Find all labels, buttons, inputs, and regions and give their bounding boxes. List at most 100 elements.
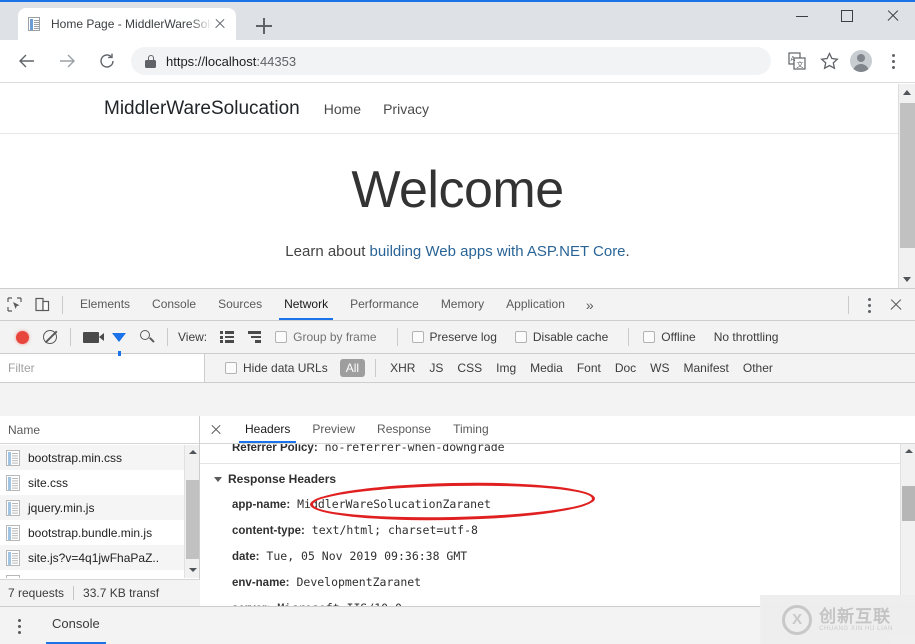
window-close-button[interactable] xyxy=(870,0,915,32)
details-close-icon[interactable] xyxy=(206,420,226,440)
device-toolbar-icon[interactable] xyxy=(28,291,56,319)
response-headers-section-title[interactable]: Response Headers xyxy=(210,466,900,492)
site-brand[interactable]: MiddlerWareSolucation xyxy=(104,98,300,120)
filter-type-js[interactable]: JS xyxy=(423,359,449,377)
scrollbar-thumb[interactable] xyxy=(902,486,915,521)
table-row[interactable]: bootstrap.bundle.min.js xyxy=(0,520,199,545)
scroll-up-icon[interactable] xyxy=(185,445,200,460)
table-row[interactable]: site.js?v=4q1jwFhaPaZ.. xyxy=(0,545,199,570)
new-tab-button[interactable] xyxy=(250,12,278,40)
back-arrow-icon[interactable] xyxy=(9,43,45,79)
record-stop-icon[interactable] xyxy=(8,323,36,351)
page-scrollbar[interactable] xyxy=(898,84,915,288)
devtools-tab-performance[interactable]: Performance xyxy=(339,289,430,320)
browser-menu-icon[interactable] xyxy=(877,45,909,77)
filter-input[interactable] xyxy=(0,354,205,382)
offline-checkbox[interactable]: Offline xyxy=(643,330,696,344)
drawer-menu-icon[interactable] xyxy=(10,617,28,635)
table-row[interactable]: bootstrap.min.css xyxy=(0,445,199,470)
filter-type-xhr[interactable]: XHR xyxy=(384,359,421,377)
details-tab-preview[interactable]: Preview xyxy=(301,416,366,443)
devtools-tab-elements[interactable]: Elements xyxy=(69,289,141,320)
header-row-env-name: env-name: DevelopmentZaranet xyxy=(210,570,900,596)
devtools-tab-console[interactable]: Console xyxy=(141,289,207,320)
request-list[interactable]: bootstrap.min.css site.css jquery.min.js… xyxy=(0,445,199,578)
divider xyxy=(73,586,75,600)
camera-icon[interactable] xyxy=(77,323,105,351)
checkbox[interactable] xyxy=(411,331,424,343)
devtools-tab-network[interactable]: Network xyxy=(273,289,339,320)
scrollbar-thumb[interactable] xyxy=(900,103,915,248)
search-icon[interactable] xyxy=(133,323,161,351)
scroll-down-icon[interactable] xyxy=(185,563,200,578)
drawer-tab-console[interactable]: Console xyxy=(42,607,110,644)
tab-favicon-icon xyxy=(26,16,42,32)
scrollbar-thumb[interactable] xyxy=(186,480,199,559)
header-name: content-type: xyxy=(232,525,305,537)
maximize-button[interactable] xyxy=(825,0,870,32)
throttling-select[interactable]: No throttling xyxy=(714,330,779,344)
lock-icon xyxy=(145,54,156,68)
details-scrollbar[interactable] xyxy=(900,444,915,606)
devtools-settings-icon[interactable] xyxy=(855,291,883,319)
minimize-button[interactable] xyxy=(780,0,825,32)
request-name: site.js?v=4q1jwFhaPaZ.. xyxy=(28,550,160,565)
filter-type-media[interactable]: Media xyxy=(524,359,569,377)
preserve-log-checkbox[interactable]: Preserve log xyxy=(411,330,497,344)
star-icon[interactable] xyxy=(813,45,845,77)
omnibox-actions: A文 xyxy=(781,45,915,77)
nav-link-privacy[interactable]: Privacy xyxy=(383,101,429,117)
table-row[interactable]: jquery.min.js xyxy=(0,495,199,520)
devtools-tab-application[interactable]: Application xyxy=(495,289,576,320)
avatar[interactable] xyxy=(845,45,877,77)
forward-arrow-icon[interactable] xyxy=(49,43,85,79)
devtools-overflow-icon[interactable]: » xyxy=(576,297,604,313)
lead-link[interactable]: building Web apps with ASP.NET Core xyxy=(370,243,626,260)
reload-icon[interactable] xyxy=(89,43,125,79)
filter-type-font[interactable]: Font xyxy=(571,359,607,377)
filter-type-css[interactable]: CSS xyxy=(451,359,488,377)
scroll-up-icon[interactable] xyxy=(899,84,915,101)
request-list-scrollbar[interactable] xyxy=(184,445,199,578)
waterfall-view-icon[interactable] xyxy=(241,323,269,351)
filter-type-doc[interactable]: Doc xyxy=(609,359,642,377)
list-view-icon[interactable] xyxy=(213,323,241,351)
browser-tab[interactable]: Home Page - MiddlerWareSoluca xyxy=(18,8,236,40)
header-value: text/html; charset=utf-8 xyxy=(311,523,478,537)
checkbox[interactable] xyxy=(643,331,656,343)
inspect-element-icon[interactable] xyxy=(0,291,28,319)
clear-icon[interactable] xyxy=(36,323,64,351)
checkbox[interactable] xyxy=(225,362,237,374)
devtools-tab-memory[interactable]: Memory xyxy=(430,289,495,320)
details-tab-timing[interactable]: Timing xyxy=(442,416,500,443)
tab-title: Home Page - MiddlerWareSoluca xyxy=(51,17,212,31)
filter-type-ws[interactable]: WS xyxy=(644,359,675,377)
preserve-log-label: Preserve log xyxy=(429,330,497,344)
filter-funnel-icon[interactable] xyxy=(105,323,133,356)
address-bar[interactable]: https://localhost:44353 xyxy=(131,47,771,75)
nav-link-home[interactable]: Home xyxy=(324,101,361,117)
checkbox[interactable] xyxy=(275,331,288,343)
chevron-down-icon[interactable] xyxy=(214,476,222,482)
tab-close-icon[interactable] xyxy=(212,16,228,32)
checkbox[interactable] xyxy=(514,331,527,343)
details-tab-response[interactable]: Response xyxy=(366,416,442,443)
network-panes: Name bootstrap.min.css site.css jquery.m… xyxy=(0,416,915,606)
details-tab-headers[interactable]: Headers xyxy=(234,416,301,443)
filter-type-img[interactable]: Img xyxy=(490,359,522,377)
devtools-tab-sources[interactable]: Sources xyxy=(207,289,273,320)
translate-icon[interactable]: A文 xyxy=(781,45,813,77)
filter-type-other[interactable]: Other xyxy=(737,359,779,377)
devtools-close-icon[interactable] xyxy=(883,292,909,318)
document-icon xyxy=(6,524,20,541)
disable-cache-checkbox[interactable]: Disable cache xyxy=(514,330,608,344)
group-by-frame-checkbox[interactable]: Group by frame xyxy=(275,330,377,344)
filter-type-manifest[interactable]: Manifest xyxy=(678,359,735,377)
scroll-down-icon[interactable] xyxy=(899,271,915,288)
scroll-up-icon[interactable] xyxy=(901,444,915,459)
table-row[interactable]: site.css xyxy=(0,470,199,495)
requests-column-header[interactable]: Name xyxy=(0,416,199,444)
hide-data-urls-checkbox[interactable]: Hide data URLs xyxy=(225,361,328,375)
table-row[interactable]: favicon.ico xyxy=(0,570,199,578)
filter-type-all[interactable]: All xyxy=(339,359,366,377)
